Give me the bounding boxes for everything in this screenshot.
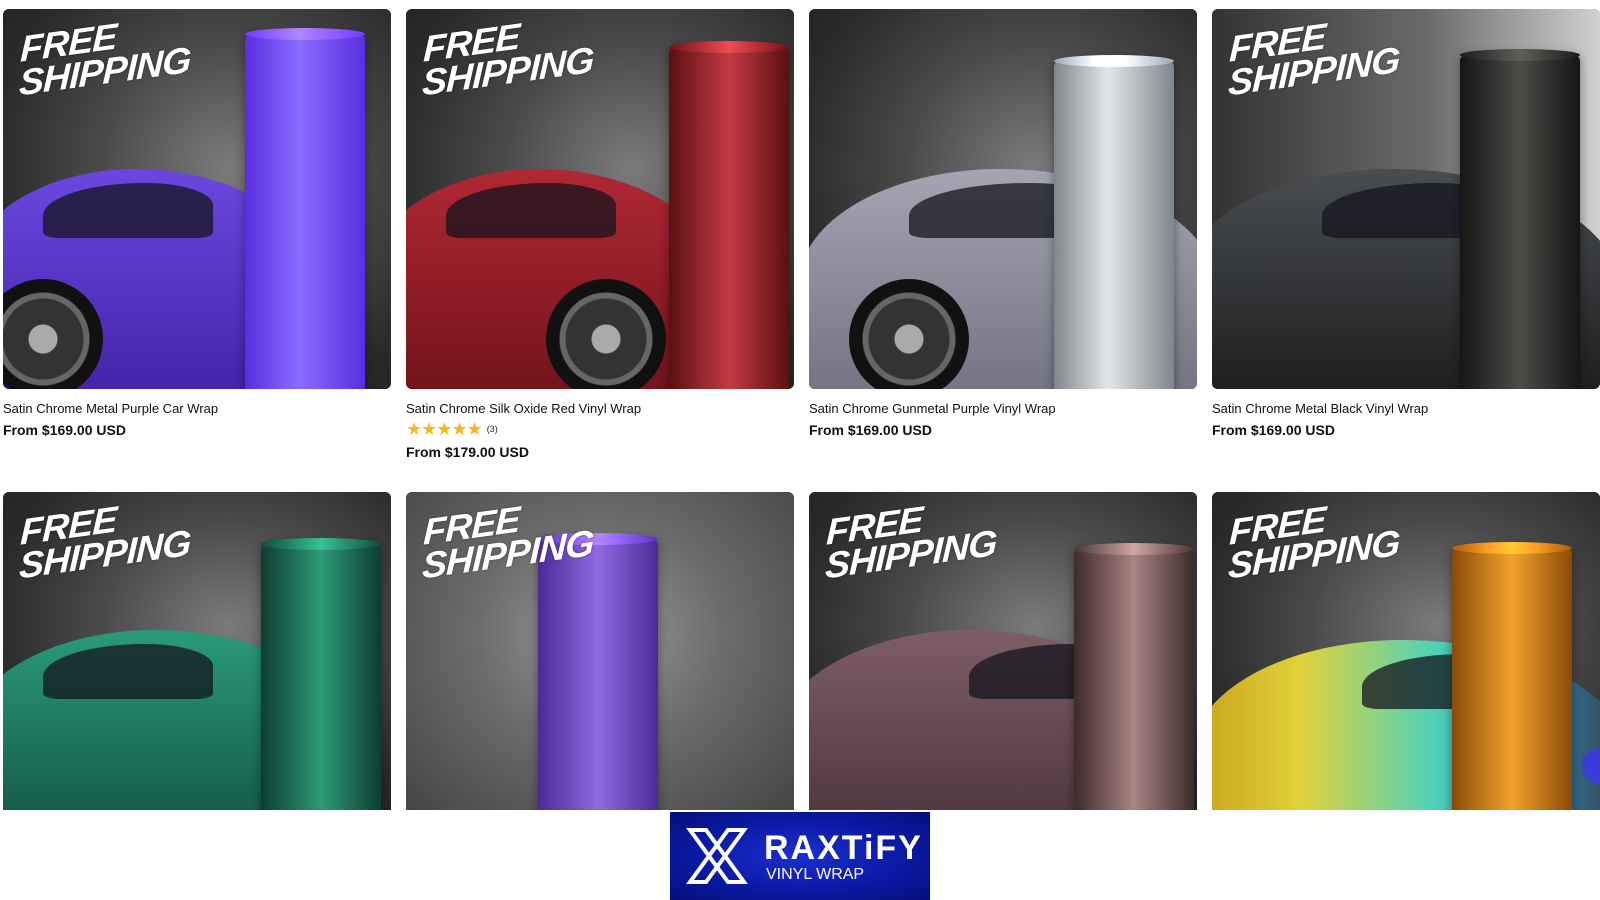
product-title[interactable]: Satin Chrome Metal Purple Car Wrap	[3, 401, 391, 416]
vinyl-roll-image	[538, 539, 658, 810]
product-price: From $169.00 USD	[1212, 422, 1335, 438]
product-card[interactable]: FREE SHIPPING	[1212, 492, 1600, 810]
product-card[interactable]: FREE SHIPPING	[3, 492, 391, 810]
product-image[interactable]	[809, 9, 1197, 389]
product-image[interactable]: FREE SHIPPING	[3, 9, 391, 389]
product-card[interactable]: FREE SHIPPING Satin Chrome Metal Black Vi…	[1212, 9, 1600, 438]
product-card[interactable]: FREE SHIPPING Satin Chrome Metal Purple C…	[3, 9, 391, 438]
product-card[interactable]: FREE SHIPPING	[406, 492, 794, 810]
product-price: From $169.00 USD	[3, 422, 126, 438]
product-image[interactable]: FREE SHIPPING	[809, 492, 1197, 810]
product-price: From $179.00 USD	[406, 444, 529, 460]
logo-subtitle: VINYL WRAP	[766, 866, 865, 883]
vinyl-roll-image	[1460, 55, 1580, 389]
vinyl-roll-image	[1452, 548, 1572, 810]
vinyl-roll-image	[669, 47, 789, 389]
star-icon: ★★★★★	[406, 419, 483, 439]
vinyl-roll-image	[1054, 61, 1174, 389]
product-title[interactable]: Satin Chrome Gunmetal Purple Vinyl Wrap	[809, 401, 1197, 416]
product-image[interactable]: FREE SHIPPING	[3, 492, 391, 810]
product-image[interactable]: FREE SHIPPING	[406, 492, 794, 810]
vinyl-roll-image	[1074, 549, 1194, 810]
product-title[interactable]: Satin Chrome Silk Oxide Red Vinyl Wrap	[406, 401, 794, 416]
product-card[interactable]: FREE SHIPPING Satin Chrome Silk Oxide Red…	[406, 9, 794, 460]
review-count: (3)	[486, 424, 498, 434]
product-price: From $169.00 USD	[809, 422, 932, 438]
product-image[interactable]: FREE SHIPPING	[406, 9, 794, 389]
logo-name: RAXTiFY	[764, 829, 923, 867]
logo-x-mark-icon	[686, 828, 748, 884]
raxtify-logo: RAXTiFY VINYL WRAP	[670, 812, 930, 900]
vinyl-roll-image	[261, 544, 381, 810]
product-card[interactable]: Satin Chrome Gunmetal Purple Vinyl Wrap …	[809, 9, 1197, 438]
product-title[interactable]: Satin Chrome Metal Black Vinyl Wrap	[1212, 401, 1600, 416]
rating-stars: ★★★★★ (3)	[406, 420, 794, 438]
vinyl-roll-image	[245, 34, 365, 389]
product-image[interactable]: FREE SHIPPING	[1212, 492, 1600, 810]
product-image[interactable]: FREE SHIPPING	[1212, 9, 1600, 389]
product-card[interactable]: FREE SHIPPING	[809, 492, 1197, 810]
